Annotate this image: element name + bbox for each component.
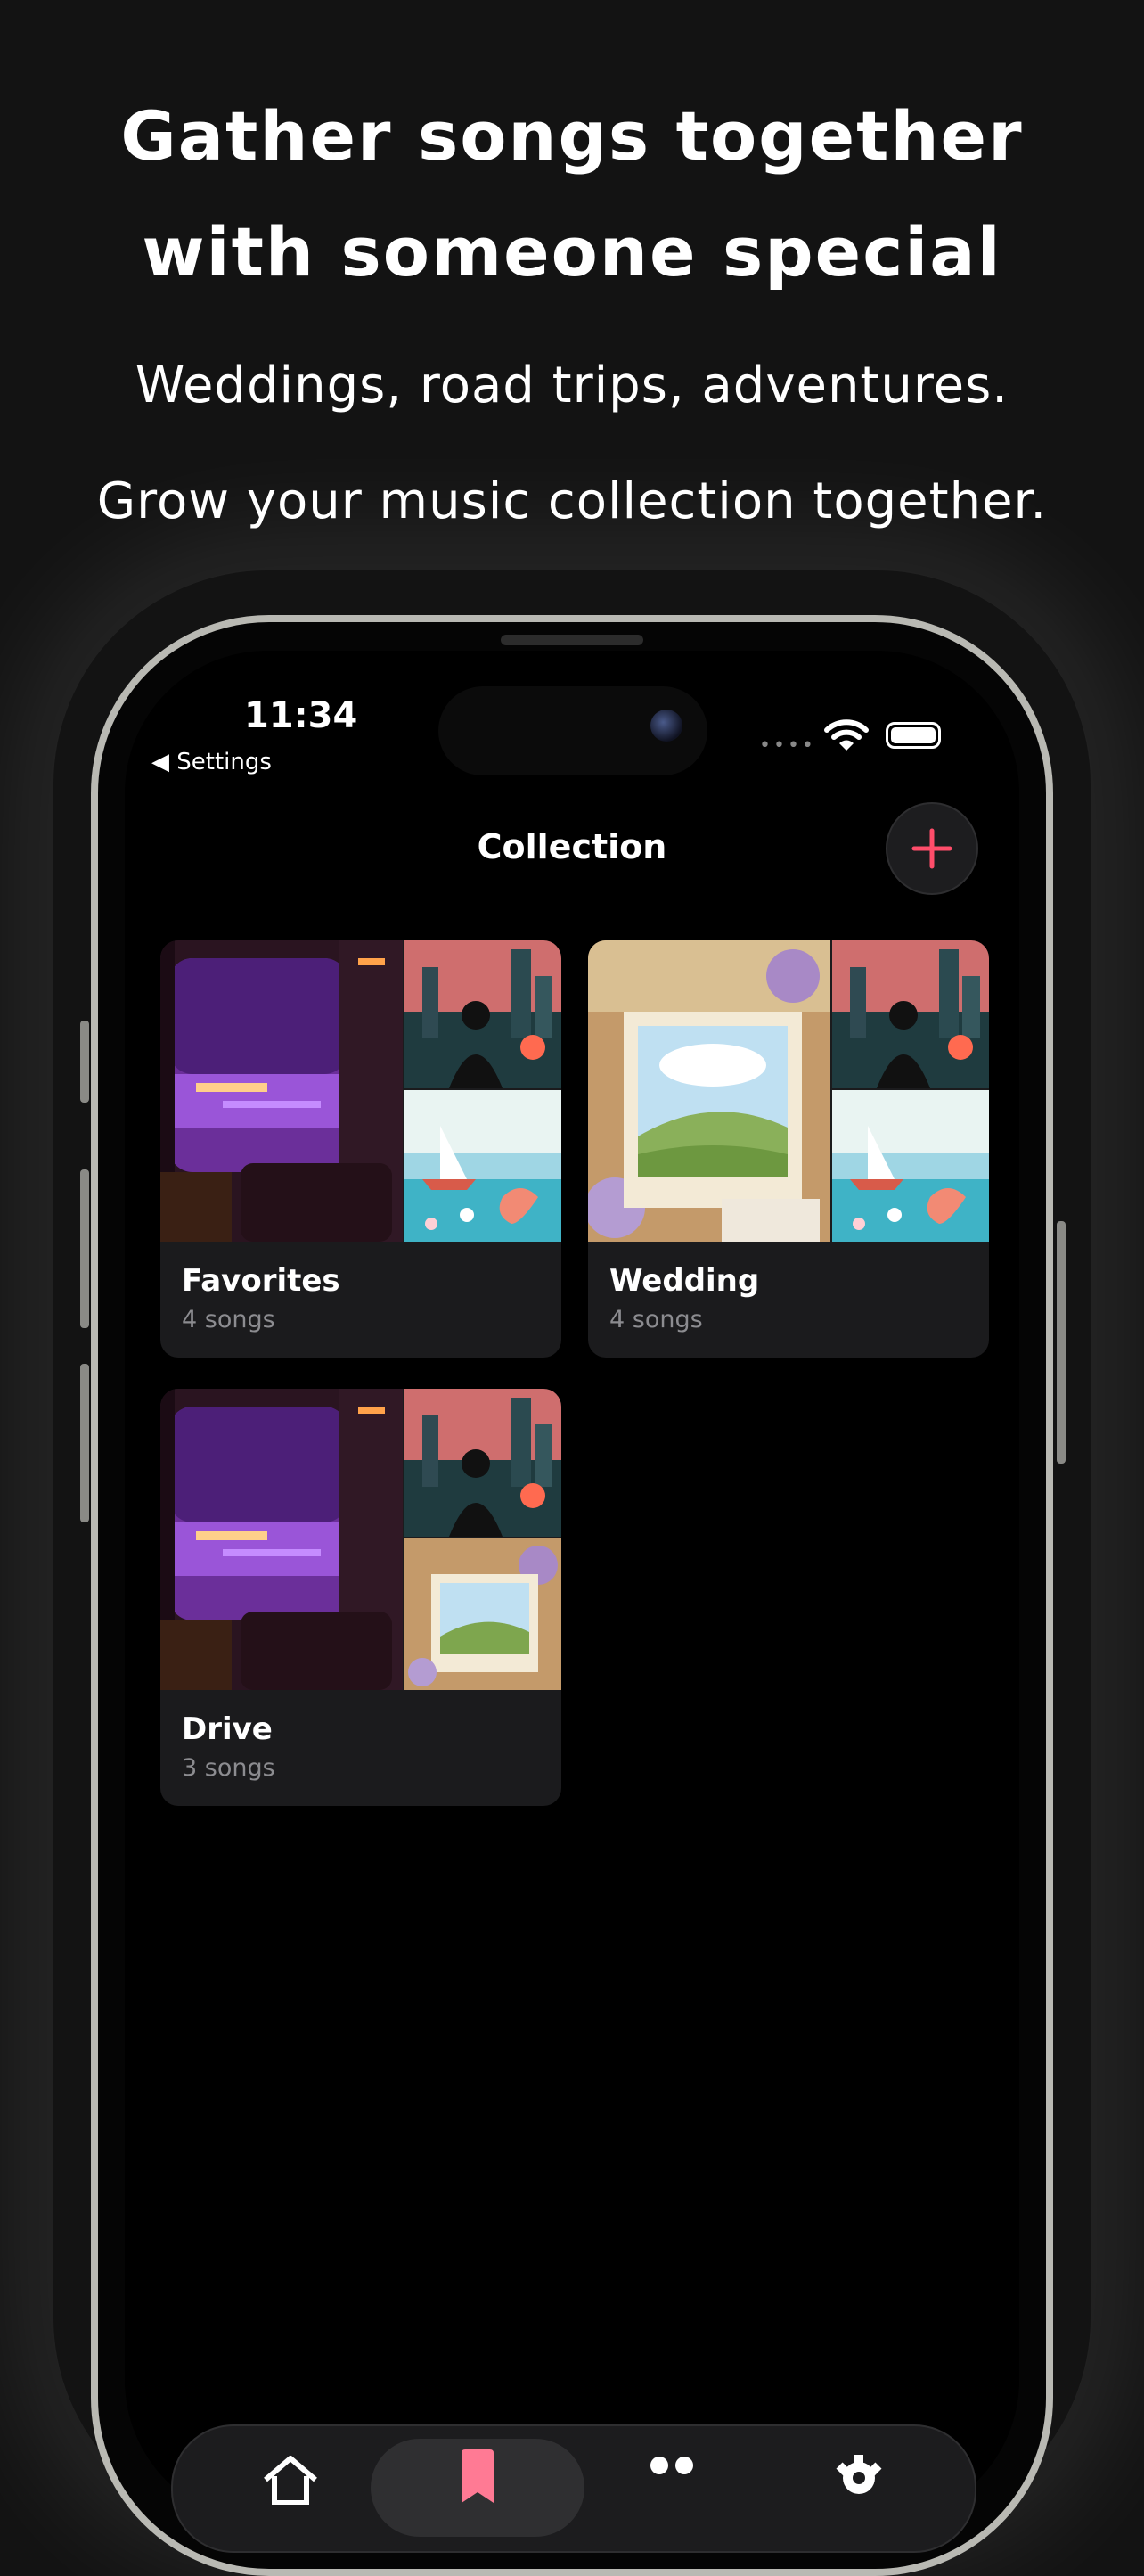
tab-bar bbox=[171, 2424, 976, 2553]
collection-song-count: 4 songs bbox=[609, 1306, 703, 1333]
collection-card-wedding[interactable]: Wedding 4 songs bbox=[588, 940, 989, 1358]
artwork-paper-boats bbox=[832, 1090, 989, 1242]
artwork-city-window bbox=[404, 1389, 561, 1537]
battery-icon bbox=[886, 722, 941, 749]
back-to-settings-link[interactable]: ◀ Settings bbox=[151, 749, 272, 775]
bookmark-icon[interactable] bbox=[460, 2449, 495, 2503]
promo-subline-2: Grow your music collection together. bbox=[96, 472, 1048, 530]
artwork-meadow-photo bbox=[404, 1538, 561, 1690]
add-collection-button[interactable] bbox=[886, 802, 978, 895]
phone-power-button bbox=[1057, 1221, 1066, 1464]
collection-artwork bbox=[160, 940, 561, 1242]
promo-headline: Gather songs together with someone speci… bbox=[0, 78, 1144, 310]
signal-dots: •••• bbox=[759, 734, 816, 757]
artwork-train-night bbox=[160, 940, 403, 1242]
status-indicators: •••• bbox=[759, 718, 955, 757]
artwork-train-night bbox=[160, 1389, 403, 1690]
collection-artwork bbox=[588, 940, 989, 1242]
collection-title: Drive bbox=[182, 1711, 273, 1747]
collection-title: Favorites bbox=[182, 1263, 340, 1299]
wifi-icon bbox=[824, 719, 869, 751]
promo-subline-1: Weddings, road trips, adventures. bbox=[135, 357, 1009, 414]
dynamic-island bbox=[438, 686, 707, 775]
people-icon[interactable] bbox=[645, 2453, 699, 2489]
home-icon[interactable] bbox=[258, 2451, 323, 2505]
collection-card-drive[interactable]: Drive 3 songs bbox=[160, 1389, 561, 1806]
collection-title: Wedding bbox=[609, 1263, 760, 1299]
status-time: 11:34 bbox=[244, 695, 358, 736]
phone-action-button bbox=[80, 1021, 89, 1103]
collection-song-count: 4 songs bbox=[182, 1306, 275, 1333]
earpiece-speaker bbox=[501, 635, 643, 645]
headline-line-2: with someone special bbox=[142, 212, 1002, 291]
plus-icon bbox=[911, 828, 952, 869]
collection-card-favorites[interactable]: Favorites 4 songs bbox=[160, 940, 561, 1358]
artwork-meadow-photo bbox=[588, 940, 830, 1242]
gear-icon[interactable] bbox=[832, 2451, 886, 2505]
camera-icon bbox=[650, 710, 682, 742]
artwork-city-window bbox=[404, 940, 561, 1088]
artwork-paper-boats bbox=[404, 1090, 561, 1242]
collection-artwork bbox=[160, 1389, 561, 1690]
phone-volume-down-button bbox=[80, 1364, 89, 1522]
phone-volume-up-button bbox=[80, 1169, 89, 1328]
collection-song-count: 3 songs bbox=[182, 1754, 275, 1782]
headline-line-1: Gather songs together bbox=[120, 96, 1024, 176]
artwork-city-window bbox=[832, 940, 989, 1088]
